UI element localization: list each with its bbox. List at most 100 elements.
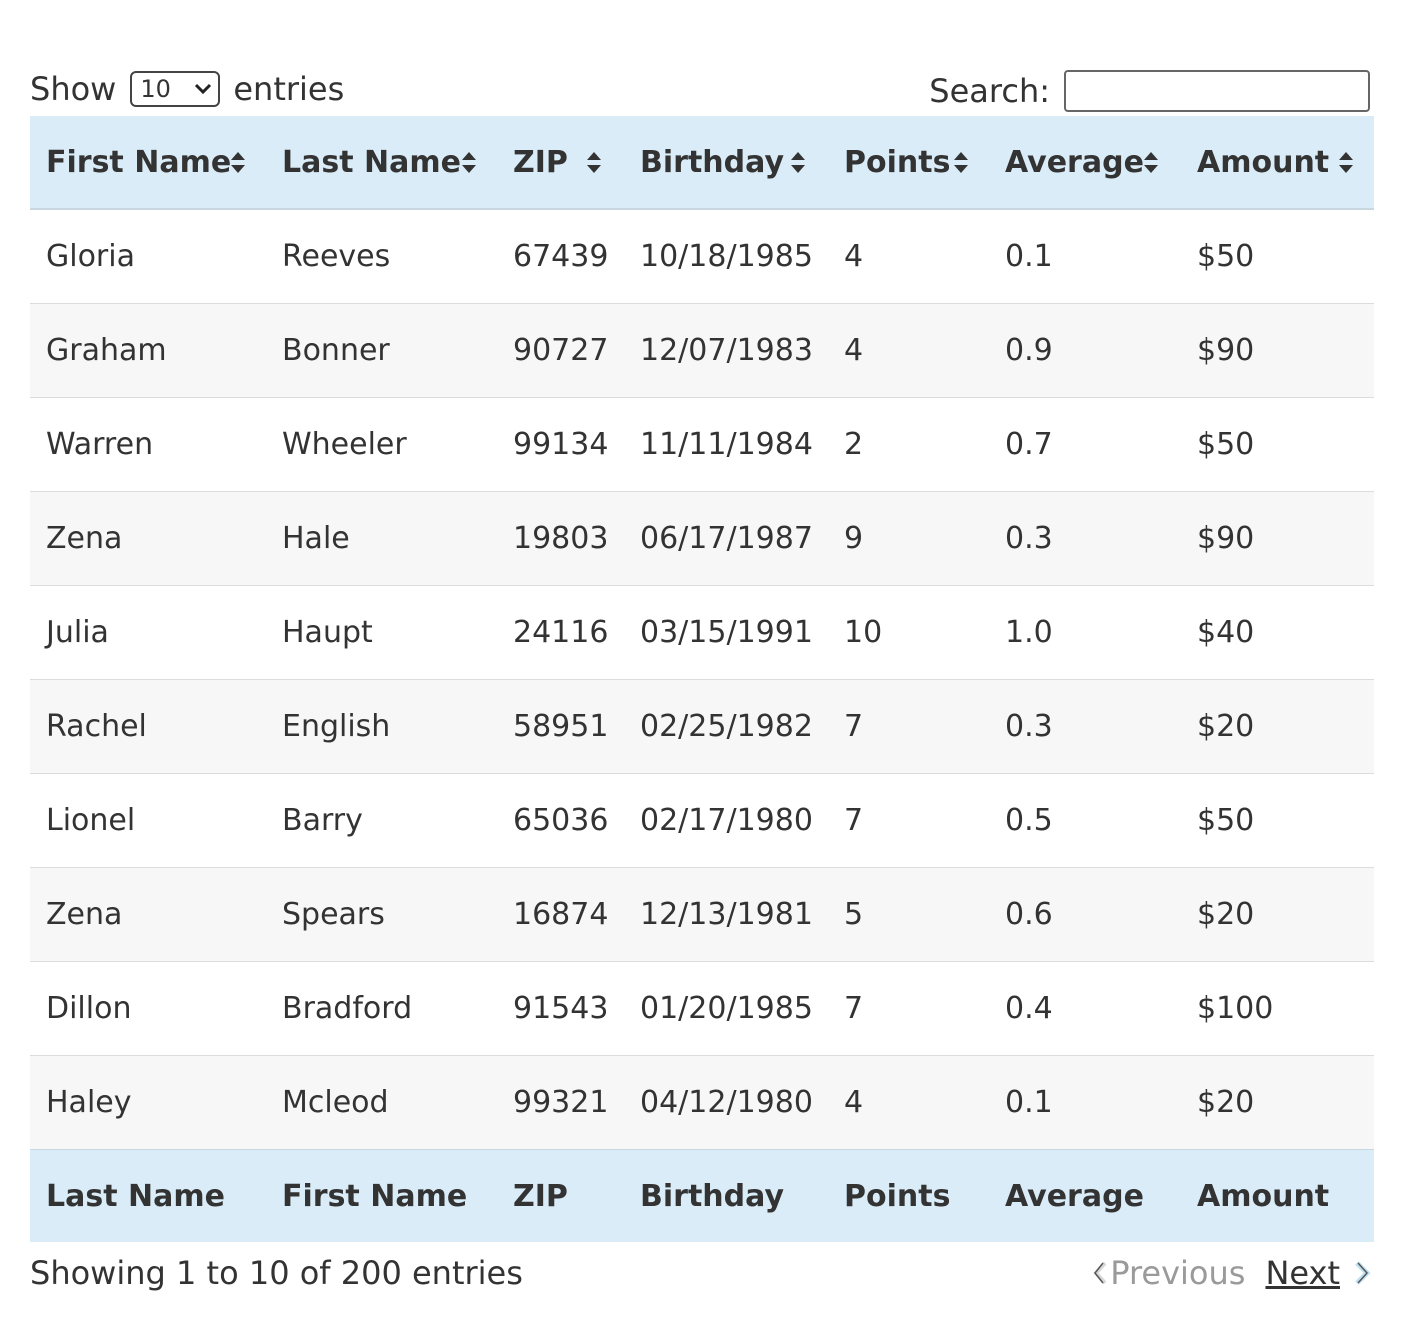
cell-first-name: Zena [30, 491, 266, 586]
cell-last-name: Mcleod [266, 1055, 497, 1150]
chevron-left-icon [1093, 1261, 1107, 1285]
cell-birthday: 06/17/1987 [624, 491, 828, 586]
cell-average: 0.3 [989, 679, 1181, 774]
header-row: First Name Last Name ZIP Birthday Points Aver… [30, 116, 1374, 210]
cell-first-name: Graham [30, 303, 266, 398]
sort-icon [954, 152, 968, 173]
cell-birthday: 12/13/1981 [624, 867, 828, 962]
cell-points: 2 [828, 397, 989, 492]
cell-amount: $20 [1181, 867, 1374, 962]
cell-amount: $20 [1181, 1055, 1374, 1150]
cell-points: 4 [828, 303, 989, 398]
cell-last-name: Hale [266, 491, 497, 586]
column-header-label: First Name [46, 144, 232, 180]
cell-zip: 90727 [497, 303, 624, 398]
cell-average: 0.3 [989, 491, 1181, 586]
search-input[interactable] [1064, 70, 1370, 112]
column-header-first-name[interactable]: First Name [30, 116, 266, 210]
chevron-right-icon [1355, 1261, 1371, 1285]
cell-last-name: Bradford [266, 961, 497, 1056]
table-row: Julia Haupt 24116 03/15/1991 10 1.0 $40 [30, 585, 1374, 680]
column-footer-amount: Amount [1197, 1178, 1330, 1214]
cell-average: 0.9 [989, 303, 1181, 398]
column-footer-zip: ZIP [513, 1178, 568, 1214]
column-header-label: Points [844, 144, 951, 180]
cell-birthday: 03/15/1991 [624, 585, 828, 680]
table-row: Lionel Barry 65036 02/17/1980 7 0.5 $50 [30, 773, 1374, 868]
cell-zip: 67439 [497, 209, 624, 304]
column-header-zip[interactable]: ZIP [497, 116, 624, 210]
cell-amount: $50 [1181, 397, 1374, 492]
cell-zip: 91543 [497, 961, 624, 1056]
column-header-birthday[interactable]: Birthday [624, 116, 828, 210]
cell-last-name: Barry [266, 773, 497, 868]
cell-birthday: 11/11/1984 [624, 397, 828, 492]
cell-last-name: Haupt [266, 585, 497, 680]
table-row: Rachel English 58951 02/25/1982 7 0.3 $20 [30, 679, 1374, 774]
sort-icon [587, 152, 601, 173]
search-control: Search: [929, 70, 1370, 112]
column-header-amount[interactable]: Amount [1181, 116, 1374, 210]
cell-amount: $90 [1181, 303, 1374, 398]
column-header-label: ZIP [513, 144, 568, 180]
cell-first-name: Zena [30, 867, 266, 962]
cell-first-name: Lionel [30, 773, 266, 868]
previous-label: Previous [1110, 1254, 1246, 1292]
cell-amount: $90 [1181, 491, 1374, 586]
sort-icon [462, 152, 476, 173]
cell-last-name: Reeves [266, 209, 497, 304]
column-footer-first-name: First Name [282, 1178, 468, 1214]
cell-birthday: 02/17/1980 [624, 773, 828, 868]
cell-birthday: 12/07/1983 [624, 303, 828, 398]
table-row: Zena Hale 19803 06/17/1987 9 0.3 $90 [30, 491, 1374, 586]
table-row: Zena Spears 16874 12/13/1981 5 0.6 $20 [30, 867, 1374, 962]
column-header-label: Last Name [282, 144, 461, 180]
cell-zip: 99134 [497, 397, 624, 492]
table-row: Gloria Reeves 67439 10/18/1985 4 0.1 $50 [30, 209, 1374, 304]
sort-icon [231, 152, 245, 173]
cell-points: 10 [828, 585, 989, 680]
data-table: First Name Last Name ZIP Birthday Points Aver… [30, 116, 1374, 1242]
cell-average: 1.0 [989, 585, 1181, 680]
cell-zip: 58951 [497, 679, 624, 774]
cell-average: 0.1 [989, 1055, 1181, 1150]
table-info: Showing 1 to 10 of 200 entries [30, 1254, 523, 1292]
table-row: Haley Mcleod 99321 04/12/1980 4 0.1 $20 [30, 1055, 1374, 1150]
cell-amount: $50 [1181, 773, 1374, 868]
cell-points: 7 [828, 679, 989, 774]
next-button[interactable]: Next [1265, 1254, 1374, 1292]
cell-first-name: Julia [30, 585, 266, 680]
cell-amount: $50 [1181, 209, 1374, 304]
cell-points: 4 [828, 209, 989, 304]
column-header-label: Amount [1197, 144, 1330, 180]
column-header-label: Average [1005, 144, 1144, 180]
chevron-down-icon [195, 83, 212, 95]
search-label: Search: [929, 72, 1050, 110]
page-length-control: Show 10 entries [30, 70, 344, 108]
page-length-value: 10 [140, 75, 171, 103]
cell-points: 9 [828, 491, 989, 586]
cell-last-name: Wheeler [266, 397, 497, 492]
cell-amount: $100 [1181, 961, 1374, 1056]
column-header-points[interactable]: Points [828, 116, 989, 210]
previous-button[interactable]: Previous [1090, 1254, 1245, 1292]
cell-first-name: Rachel [30, 679, 266, 774]
page-length-select[interactable]: 10 [130, 71, 221, 107]
cell-first-name: Haley [30, 1055, 266, 1150]
cell-average: 0.4 [989, 961, 1181, 1056]
cell-amount: $20 [1181, 679, 1374, 774]
sort-icon [1339, 152, 1353, 173]
cell-zip: 99321 [497, 1055, 624, 1150]
cell-last-name: Spears [266, 867, 497, 962]
table-row: Graham Bonner 90727 12/07/1983 4 0.9 $90 [30, 303, 1374, 398]
column-footer-average: Average [1005, 1178, 1144, 1214]
sort-icon [791, 152, 805, 173]
cell-zip: 65036 [497, 773, 624, 868]
datatable-wrapper: Show 10 entries Search: First Name Last … [30, 60, 1374, 1302]
column-header-average[interactable]: Average [989, 116, 1181, 210]
column-footer-last-name: Last Name [46, 1178, 225, 1214]
table-bottom-controls: Showing 1 to 10 of 200 entries Previous … [30, 1242, 1374, 1302]
cell-points: 4 [828, 1055, 989, 1150]
pagination: Previous Next [1090, 1254, 1374, 1292]
column-header-last-name[interactable]: Last Name [266, 116, 497, 210]
